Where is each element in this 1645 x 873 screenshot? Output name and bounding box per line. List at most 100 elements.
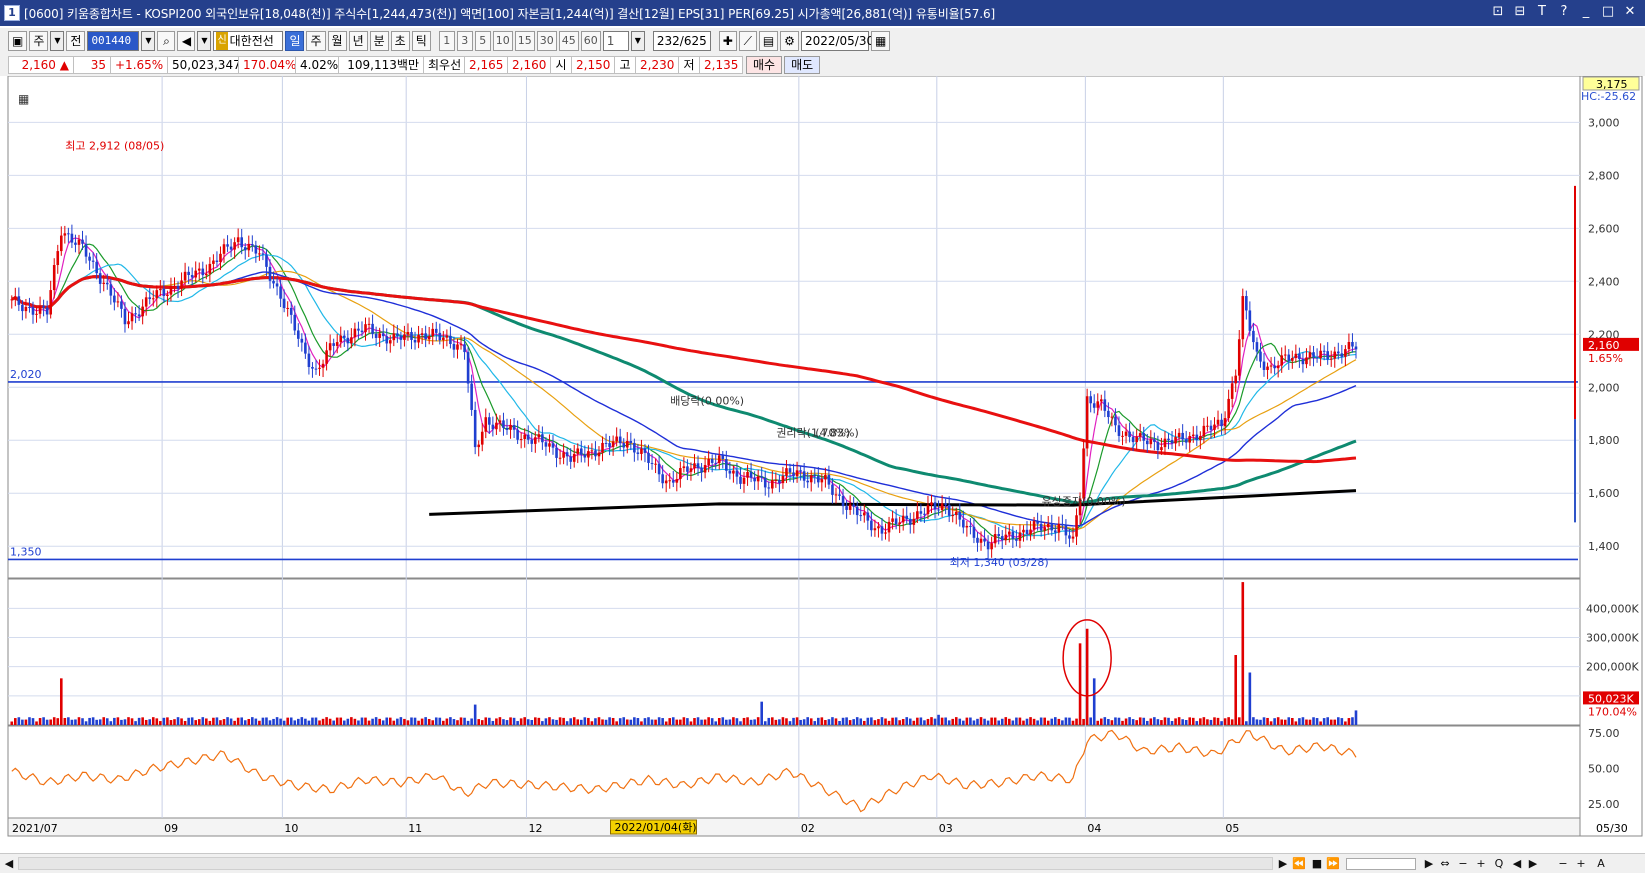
help-icon[interactable]: ? <box>1555 4 1573 20</box>
horizontal-scrollbar[interactable]: ◀ ▶ ⏪ ■ ⏩ ▶ ⇔ − + Q ◀ ▶ − + A <box>0 853 1645 873</box>
scroll-next-icon[interactable]: ▶ <box>1422 856 1436 872</box>
volume-bar <box>212 717 215 725</box>
candle-body <box>912 518 916 525</box>
text-size-icon[interactable]: T <box>1533 4 1551 20</box>
volume-bar <box>1191 717 1195 725</box>
step-input[interactable]: 1 <box>602 31 629 51</box>
zoom-minus-icon[interactable]: − <box>1556 856 1570 872</box>
volume-bar <box>1085 628 1089 725</box>
settings-gear-icon[interactable]: ⚙ <box>780 31 799 51</box>
step-10-button[interactable]: 10 <box>492 31 513 51</box>
minimize-button[interactable]: _ <box>1577 4 1595 20</box>
volume-bar <box>951 718 955 725</box>
zoom-in-button[interactable]: + <box>1474 856 1488 872</box>
window-number-badge[interactable]: 1 <box>4 5 20 21</box>
oscillator-panel[interactable] <box>7 725 1581 819</box>
candle-body <box>300 338 304 343</box>
volume-bar <box>908 718 912 725</box>
rewind-icon[interactable]: ⏪ <box>1292 856 1306 872</box>
step-dropdown-icon[interactable]: ▼ <box>630 31 645 51</box>
volume-bar <box>703 719 707 725</box>
candle-body <box>944 503 947 505</box>
x-tick-label: 09 <box>164 822 178 835</box>
zoom-out-button[interactable]: − <box>1456 856 1470 872</box>
scroll-end-icon[interactable]: ◀ <box>1510 856 1524 872</box>
volume-bar <box>654 719 657 725</box>
step-60-button[interactable]: 60 <box>580 31 601 51</box>
candle-body <box>254 245 258 254</box>
search-icon[interactable]: ⌕ <box>157 31 176 51</box>
grid-menu-icon[interactable]: ▦ <box>18 92 29 106</box>
scroll-left-icon[interactable]: ◀ <box>2 856 16 872</box>
link-window-icon[interactable]: ⊡ <box>1489 4 1507 20</box>
volume-bar <box>636 718 640 725</box>
draw-tool-icon[interactable]: ⟋ <box>738 31 757 51</box>
period-year-button[interactable]: 년 <box>348 31 368 51</box>
stop-icon[interactable]: ■ <box>1310 856 1324 872</box>
candle-body <box>183 271 187 281</box>
candle-body <box>558 457 562 459</box>
volume-bar <box>141 717 144 725</box>
code-dropdown-icon[interactable]: ▼ <box>141 31 156 51</box>
market-select[interactable]: 주 <box>29 31 49 51</box>
volume-bar <box>1128 717 1131 725</box>
sell-button[interactable]: 매도 <box>784 56 821 74</box>
step-3-button[interactable]: 3 <box>456 31 473 51</box>
period-minute-button[interactable]: 분 <box>369 31 389 51</box>
step-1-button[interactable]: 1 <box>438 31 455 51</box>
scroll-right-icon[interactable]: ▶ <box>1276 856 1290 872</box>
period-tick-button[interactable]: 틱 <box>411 31 431 51</box>
chart-menu-icon[interactable]: ▣ <box>8 31 28 51</box>
market-dropdown-icon[interactable]: ▼ <box>50 31 65 51</box>
forward-icon[interactable]: ⏩ <box>1326 856 1340 872</box>
step-30-button[interactable]: 30 <box>536 31 557 51</box>
period-month-button[interactable]: 월 <box>327 31 347 51</box>
candle-body <box>484 417 488 432</box>
candle-body <box>905 515 909 520</box>
step-15-button[interactable]: 15 <box>514 31 535 51</box>
sound-dropdown-icon[interactable]: ▼ <box>197 31 212 51</box>
date-input[interactable]: 2022/05/30 <box>800 31 874 51</box>
zoom-plus-icon[interactable]: + <box>1574 856 1588 872</box>
crosshair-icon[interactable]: ✚ <box>718 31 737 51</box>
candle-body <box>1167 438 1170 441</box>
stock-name-field[interactable]: 신 대한전선 <box>213 31 284 51</box>
scroll-track[interactable] <box>18 857 1273 870</box>
candle-body <box>647 452 650 463</box>
volume-bar <box>1099 718 1103 725</box>
period-day-button[interactable]: 일 <box>285 31 305 51</box>
save-layout-icon[interactable]: ⊟ <box>1511 4 1529 20</box>
buy-button[interactable]: 매수 <box>746 56 783 74</box>
volume-bar <box>852 719 855 725</box>
volume-bar <box>993 717 997 725</box>
step-45-button[interactable]: 45 <box>558 31 579 51</box>
calendar-icon[interactable]: ▦ <box>870 31 891 51</box>
candle-body <box>1237 339 1241 376</box>
expand-icon[interactable]: ⇔ <box>1438 856 1452 872</box>
volume-panel[interactable] <box>7 578 1581 726</box>
close-button[interactable]: ✕ <box>1621 4 1639 20</box>
stock-code-input[interactable]: 001440 <box>87 31 140 51</box>
period-week-button[interactable]: 주 <box>306 31 326 51</box>
volume-bar <box>1054 717 1057 725</box>
zoom-slider[interactable] <box>1346 858 1416 870</box>
maximize-button[interactable]: □ <box>1599 4 1617 20</box>
candle-body <box>495 422 498 430</box>
volume-bar <box>251 717 254 725</box>
text-toggle-icon[interactable]: A <box>1594 856 1608 872</box>
volume-bar <box>229 718 233 725</box>
data-position-field[interactable]: 232/625 <box>652 31 711 51</box>
volume-bar <box>1312 717 1315 725</box>
step-5-button[interactable]: 5 <box>474 31 491 51</box>
scale-up-icon[interactable]: Q <box>1492 856 1506 872</box>
volume-bar <box>558 717 562 725</box>
period-second-button[interactable]: 초 <box>390 31 410 51</box>
stock-chart[interactable]: ▦ 2,020 1,350 최고 2,912 (08/05) 최저 1,340 (0… <box>0 76 1645 854</box>
volume-bar <box>318 720 321 725</box>
chart-area[interactable]: ▦ 2,020 1,350 최고 2,912 (08/05) 최저 1,340 (0… <box>0 76 1645 854</box>
prev-button[interactable]: 전 <box>66 31 86 51</box>
sound-icon[interactable]: ◀ <box>177 31 196 51</box>
scroll-prev-icon[interactable]: ▶ <box>1526 856 1540 872</box>
candle-body <box>357 328 360 331</box>
save-icon[interactable]: ▤ <box>758 31 779 51</box>
